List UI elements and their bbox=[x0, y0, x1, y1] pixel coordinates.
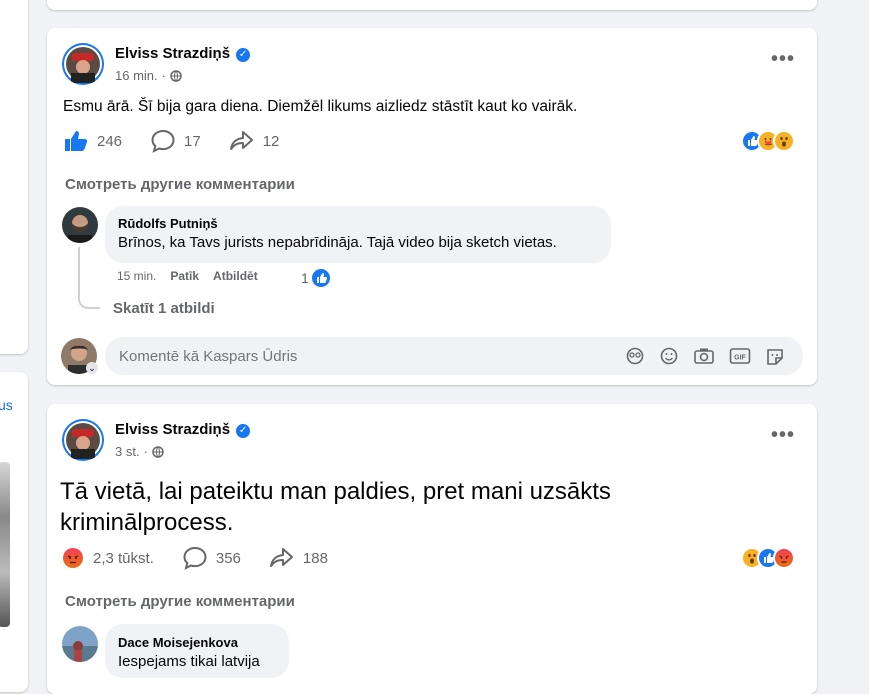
comment-reaction[interactable]: 1 bbox=[301, 267, 332, 289]
comment-text: Iespejams tikai latvija bbox=[118, 653, 260, 670]
sticker-icon[interactable] bbox=[765, 347, 785, 365]
angry-reaction-icon bbox=[773, 547, 795, 569]
comment-input-box[interactable]: GIF bbox=[105, 337, 803, 375]
post-action-bar: 2,3 tūkst. 356 188 bbox=[63, 546, 356, 570]
comment-like-reaction-icon bbox=[309, 267, 332, 289]
comment-actions: 15 min. Patīk Atbildēt bbox=[117, 269, 258, 283]
share-icon bbox=[229, 131, 253, 150]
author-name[interactable]: Elviss Strazdiņš ✓ bbox=[115, 45, 251, 62]
post-card-2: Elviss Strazdiņš ✓ 3 st. · ••• Tā vietā, … bbox=[47, 404, 817, 694]
more-options-icon[interactable]: ••• bbox=[771, 48, 795, 71]
commenter-avatar[interactable] bbox=[62, 207, 98, 243]
share-count[interactable]: 12 bbox=[263, 133, 280, 150]
verified-badge-icon: ✓ bbox=[236, 48, 251, 62]
share-icon bbox=[269, 548, 293, 567]
commenter-name[interactable]: Dace Moisejenkova bbox=[118, 635, 238, 650]
wow-reaction-icon bbox=[773, 130, 795, 152]
commenter-avatar-image bbox=[62, 626, 98, 662]
input-icons: GIF bbox=[625, 347, 785, 365]
comment-bubble[interactable]: Rūdolfs Putniņš Brīnos, ka Tavs jurists … bbox=[105, 206, 611, 263]
reaction-count[interactable]: 246 bbox=[97, 133, 122, 150]
post-meta: 16 min. · bbox=[115, 68, 182, 83]
post-time[interactable]: 3 st. bbox=[115, 444, 140, 459]
comment-group[interactable]: 356 bbox=[182, 546, 241, 570]
comment-icon bbox=[151, 129, 175, 153]
comment-reply-button[interactable]: Atbildēt bbox=[213, 269, 258, 283]
globe-icon bbox=[170, 69, 182, 82]
meta-separator: · bbox=[143, 444, 148, 459]
post-action-bar: 246 17 12 bbox=[63, 129, 307, 153]
comment-group[interactable]: 17 bbox=[150, 129, 201, 153]
comment-count[interactable]: 17 bbox=[184, 133, 201, 150]
emoji-icon[interactable] bbox=[659, 347, 679, 365]
previous-post-card bbox=[47, 0, 817, 10]
comment-count[interactable]: 356 bbox=[216, 550, 241, 567]
author-avatar-image bbox=[64, 45, 102, 83]
avatar-dropdown-icon[interactable]: ⌄ bbox=[86, 362, 98, 374]
comment-like-button[interactable]: Patīk bbox=[170, 269, 199, 283]
avatar-sticker-icon[interactable] bbox=[625, 347, 645, 365]
left-sidebar-card-2: us bbox=[0, 372, 28, 692]
view-more-comments-link[interactable]: Смотреть другие комментарии bbox=[65, 176, 295, 193]
like-group[interactable]: 246 bbox=[63, 129, 122, 153]
camera-icon[interactable] bbox=[693, 347, 715, 365]
left-link-fragment[interactable]: us bbox=[0, 397, 13, 413]
author-name[interactable]: Elviss Strazdiņš ✓ bbox=[115, 421, 251, 438]
verified-badge-icon: ✓ bbox=[236, 424, 251, 438]
author-avatar[interactable] bbox=[62, 419, 104, 461]
author-name-text[interactable]: Elviss Strazdiņš bbox=[115, 45, 230, 62]
comment-time[interactable]: 15 min. bbox=[117, 269, 156, 283]
post-meta: 3 st. · bbox=[115, 444, 164, 459]
post-text: Tā vietā, lai pateiktu man paldies, pret… bbox=[60, 478, 611, 536]
share-group[interactable]: 12 bbox=[229, 129, 280, 153]
commenter-name[interactable]: Rūdolfs Putniņš bbox=[118, 216, 218, 231]
reaction-group[interactable]: 2,3 tūkst. bbox=[63, 548, 154, 568]
thread-line bbox=[78, 247, 100, 309]
share-group[interactable]: 188 bbox=[269, 546, 328, 570]
commenter-avatar-image bbox=[62, 207, 98, 243]
more-options-icon[interactable]: ••• bbox=[771, 424, 795, 447]
reaction-summary[interactable] bbox=[741, 547, 795, 569]
comment-text: Brīnos, ka Tavs jurists nepabrīdināja. T… bbox=[118, 234, 557, 251]
view-more-comments-link[interactable]: Смотреть другие комментарии bbox=[65, 593, 295, 610]
post-time[interactable]: 16 min. bbox=[115, 68, 158, 83]
comment-icon bbox=[183, 546, 207, 570]
post-text: Esmu ārā. Šī bija gara diena. Diemžēl li… bbox=[63, 98, 578, 115]
commenter-avatar[interactable] bbox=[62, 626, 98, 662]
meta-separator: · bbox=[161, 68, 166, 83]
comment-input[interactable] bbox=[117, 347, 401, 366]
svg-text:GIF: GIF bbox=[734, 355, 746, 362]
left-thumbnail[interactable] bbox=[0, 462, 10, 627]
reaction-count[interactable]: 2,3 tūkst. bbox=[93, 550, 154, 567]
comment-reaction-count: 1 bbox=[301, 270, 309, 286]
globe-icon bbox=[152, 445, 164, 458]
author-name-text[interactable]: Elviss Strazdiņš bbox=[115, 421, 230, 438]
reaction-summary[interactable] bbox=[741, 130, 795, 152]
comment-bubble[interactable]: Dace Moisejenkova Iespejams tikai latvij… bbox=[105, 624, 289, 678]
post-card-1: Elviss Strazdiņš ✓ 16 min. · ••• Esmu ārā… bbox=[47, 28, 817, 385]
author-avatar[interactable] bbox=[62, 43, 104, 85]
gif-icon[interactable]: GIF bbox=[729, 347, 751, 365]
author-avatar-image bbox=[64, 421, 102, 459]
angry-reaction-icon bbox=[63, 548, 83, 568]
like-icon bbox=[65, 131, 88, 151]
share-count[interactable]: 188 bbox=[303, 550, 328, 567]
view-replies-link[interactable]: Skatīt 1 atbildi bbox=[113, 300, 215, 317]
left-sidebar-card bbox=[0, 0, 28, 354]
